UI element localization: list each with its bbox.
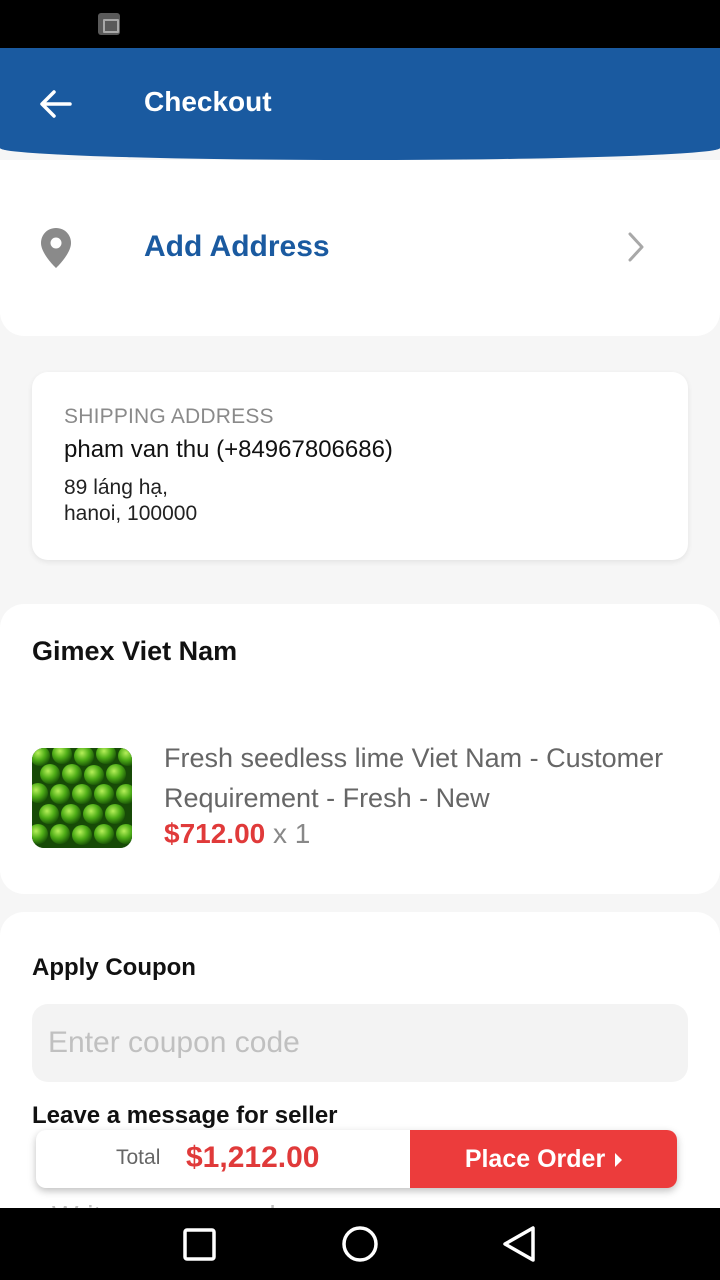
recipient-name-phone: pham van thu (+84967806686) [64, 436, 393, 463]
place-order-button[interactable]: Place Order [410, 1130, 677, 1188]
apply-coupon-heading: Apply Coupon [32, 954, 196, 981]
back-button[interactable] [36, 84, 76, 124]
seller-order-card: Gimex Viet Nam Fresh seedless lime Viet … [0, 604, 720, 894]
page-title: Checkout [144, 86, 272, 117]
lime-photo [32, 748, 132, 848]
map-pin-icon [41, 228, 71, 268]
seller-message-heading: Leave a message for seller [32, 1102, 338, 1129]
shipping-address-card[interactable]: SHIPPING ADDRESS pham van thu (+84967806… [32, 372, 688, 560]
system-nav-bar [0, 1208, 720, 1280]
product-price-line: $712.00 x 1 [164, 818, 310, 850]
product-image[interactable] [32, 748, 132, 848]
product-title[interactable]: Fresh seedless lime Viet Nam - Customer … [164, 738, 694, 818]
checkout-bar: Total $1,212.00 Place Order [36, 1130, 677, 1188]
total-value: $1,212.00 [186, 1141, 320, 1174]
chevron-right-icon [628, 232, 644, 262]
app-bar: Checkout [0, 48, 720, 160]
add-address-label: Add Address [144, 230, 330, 263]
shipping-address-heading: SHIPPING ADDRESS [64, 405, 274, 428]
seller-name[interactable]: Gimex Viet Nam [32, 636, 237, 667]
product-price: $712.00 [164, 818, 266, 849]
recents-square-icon[interactable] [178, 1222, 222, 1266]
add-address-row[interactable]: Add Address [0, 160, 720, 336]
coupon-code-input[interactable] [32, 1004, 688, 1082]
home-circle-icon[interactable] [338, 1222, 382, 1266]
place-order-label: Place Order [464, 1144, 606, 1173]
arrow-left-icon [40, 90, 72, 118]
product-quantity: x 1 [273, 818, 311, 849]
address-line-1: 89 láng hạ, [64, 476, 168, 499]
caret-right-icon [615, 1153, 623, 1167]
total-label: Total [116, 1146, 161, 1169]
status-bar [0, 0, 720, 48]
image-notification-icon [98, 13, 120, 35]
back-triangle-icon[interactable] [498, 1222, 542, 1266]
address-line-2: hanoi, 100000 [64, 502, 198, 525]
